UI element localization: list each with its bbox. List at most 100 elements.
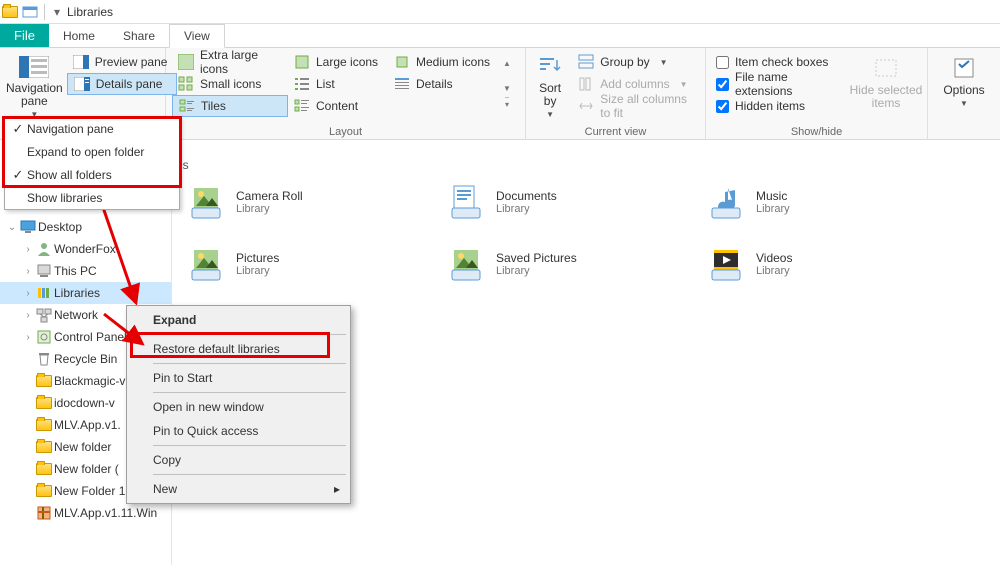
- dd-label: Show libraries: [27, 191, 102, 205]
- hide-icon: [871, 55, 901, 81]
- qat-customize-button[interactable]: ▾: [51, 6, 63, 18]
- bin-icon: [36, 351, 52, 367]
- sort-icon: [535, 55, 565, 79]
- ctx-open-new-window[interactable]: Open in new window: [129, 395, 348, 419]
- layout-large[interactable]: Large icons: [288, 51, 388, 73]
- layout-small[interactable]: Small icons: [172, 73, 288, 95]
- tree-item-label: Blackmagic-v: [54, 374, 125, 388]
- expander-icon[interactable]: ›: [22, 244, 34, 255]
- expander-icon[interactable]: ›: [22, 332, 34, 343]
- expander-icon[interactable]: ›: [22, 288, 34, 299]
- context-menu: Expand Restore default libraries Pin to …: [126, 305, 351, 504]
- ctx-expand[interactable]: Expand: [129, 308, 348, 332]
- details-pane-button[interactable]: Details pane: [67, 73, 177, 95]
- options-button[interactable]: Options ▼: [938, 51, 990, 121]
- list-icon: [294, 76, 310, 92]
- library-tile-camera-roll[interactable]: Camera RollLibrary: [184, 178, 424, 226]
- ctx-open-new-label: Open in new window: [153, 400, 264, 414]
- tree-item-this-pc[interactable]: › This PC: [0, 260, 171, 282]
- options-icon: [949, 55, 979, 81]
- layout-list[interactable]: List: [288, 73, 388, 95]
- content-icon: [294, 98, 310, 114]
- navpane-opt-navigation-pane[interactable]: ✓Navigation pane: [5, 117, 179, 140]
- group-by-button[interactable]: Group by▼: [572, 51, 699, 73]
- tree-item-wonderfox[interactable]: › WonderFox: [0, 238, 171, 260]
- hide-selected-button[interactable]: Hide selected items: [851, 51, 921, 121]
- layout-extra-large[interactable]: Extra large icons: [172, 51, 288, 73]
- tab-home[interactable]: Home: [49, 25, 109, 47]
- chevron-down-icon: ▼: [660, 58, 668, 67]
- expander-icon[interactable]: ›: [22, 266, 34, 277]
- tree-item-label: New folder (: [54, 462, 119, 476]
- tile-title: Camera Roll: [236, 189, 303, 203]
- layout-det-label: Details: [416, 77, 453, 91]
- size-all-columns-button[interactable]: Size all columns to fit: [572, 95, 699, 117]
- lg-icon: [294, 54, 310, 70]
- tree-item-label: idocdown-v: [54, 396, 115, 410]
- ctx-pin-to-start[interactable]: Pin to Start: [129, 366, 348, 390]
- tile-subtitle: Library: [236, 203, 303, 215]
- hide-selected-label: Hide selected items: [850, 84, 923, 110]
- ctx-new[interactable]: New▸: [129, 477, 348, 501]
- tree-item-label: Recycle Bin: [54, 352, 117, 366]
- navpane-icon: [19, 55, 49, 79]
- tree-item-label: WonderFox: [54, 242, 116, 256]
- dd-label: Navigation pane: [27, 122, 114, 136]
- expander-icon[interactable]: ›: [22, 310, 34, 321]
- tab-file[interactable]: File: [0, 24, 49, 47]
- tab-share[interactable]: Share: [109, 25, 169, 47]
- file-name-ext-toggle[interactable]: File name extensions: [712, 73, 847, 95]
- tile-subtitle: Library: [756, 265, 792, 277]
- sort-by-button[interactable]: Sort by ▼: [532, 51, 568, 121]
- tree-item-desktop[interactable]: ⌄Desktop: [0, 216, 171, 238]
- group-current-label: Current view: [526, 126, 705, 139]
- layout-sm-label: Small icons: [200, 77, 261, 91]
- pic-library-icon: [186, 182, 226, 222]
- library-tile-pictures[interactable]: PicturesLibrary: [184, 240, 424, 288]
- layout-list-label: List: [316, 77, 335, 91]
- navpane-opt-show-libraries[interactable]: Show libraries: [5, 186, 179, 209]
- tiles-container: Camera RollLibraryDocumentsLibraryMusicL…: [184, 178, 988, 288]
- group-layout-label: Layout: [166, 126, 525, 139]
- md-icon: [394, 54, 410, 70]
- monitor-icon: [20, 219, 36, 235]
- layout-scroll-down[interactable]: ▼: [503, 84, 511, 93]
- navpane-opt-show-all-folders[interactable]: ✓Show all folders: [5, 163, 179, 186]
- tile-subtitle: Library: [756, 203, 790, 215]
- preview-pane-icon: [73, 54, 89, 70]
- tree-item-label: This PC: [54, 264, 97, 278]
- layout-details[interactable]: Details: [388, 73, 498, 95]
- tile-title: Videos: [756, 251, 792, 265]
- library-tile-saved-pictures[interactable]: Saved PicturesLibrary: [444, 240, 684, 288]
- ctx-copy[interactable]: Copy: [129, 448, 348, 472]
- preview-pane-label: Preview pane: [95, 55, 168, 69]
- tree-item-mlv-app-v1-11-win[interactable]: MLV.App.v1.11.Win: [0, 502, 171, 524]
- separator: [153, 474, 346, 475]
- navpane-opt-expand-open[interactable]: Expand to open folder: [5, 140, 179, 163]
- tab-view[interactable]: View: [169, 24, 225, 48]
- ctx-pin-quick-access[interactable]: Pin to Quick access: [129, 419, 348, 443]
- layout-tiles[interactable]: Tiles: [172, 95, 288, 117]
- separator: [153, 363, 346, 364]
- layout-content[interactable]: Content: [288, 95, 388, 117]
- tree-item-label: Network: [54, 308, 98, 322]
- user-icon: [36, 241, 52, 257]
- group-showhide-label: Show/hide: [706, 126, 927, 139]
- tree-item-libraries[interactable]: ›Libraries: [0, 282, 171, 304]
- ctx-restore-default-libraries[interactable]: Restore default libraries: [129, 337, 348, 361]
- folder-icon: [36, 483, 52, 499]
- layout-medium[interactable]: Medium icons: [388, 51, 498, 73]
- library-tile-videos[interactable]: VideosLibrary: [704, 240, 944, 288]
- layout-more[interactable]: ▾: [505, 97, 509, 109]
- navigation-pane-button[interactable]: Navigation pane ▼: [6, 51, 63, 121]
- hidden-items-toggle[interactable]: Hidden items: [712, 95, 847, 117]
- library-tile-music[interactable]: MusicLibrary: [704, 178, 944, 226]
- preview-pane-button[interactable]: Preview pane: [67, 51, 177, 73]
- layout-scroll-up[interactable]: ▲: [503, 59, 511, 68]
- expander-icon[interactable]: ⌄: [6, 222, 18, 233]
- ctx-new-label: New: [153, 482, 177, 496]
- group-current-view: Sort by ▼ Group by▼ Add columns▼ Size al…: [526, 48, 706, 139]
- library-tile-documents[interactable]: DocumentsLibrary: [444, 178, 684, 226]
- net-icon: [36, 307, 52, 323]
- folder-icon: [36, 417, 52, 433]
